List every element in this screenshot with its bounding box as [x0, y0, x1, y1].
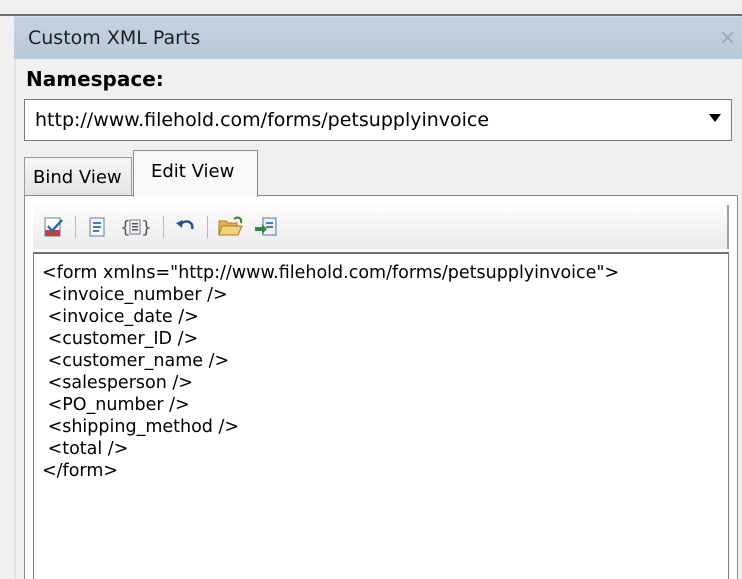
tab-bind-view-label: Bind View: [33, 167, 122, 188]
xml-line: <invoice_number />: [42, 285, 228, 305]
xml-line: <form xmlns="http://www.filehold.com/for…: [42, 263, 620, 283]
edit-toolbar: { }: [33, 205, 729, 249]
xml-document-icon[interactable]: [85, 215, 109, 239]
validate-icon[interactable]: [41, 215, 65, 239]
xml-line: </form>: [42, 461, 119, 481]
undo-icon[interactable]: [173, 215, 197, 239]
pane-title-bar: Custom XML Parts ×: [14, 16, 742, 59]
xml-line: <PO_number />: [42, 395, 190, 415]
toolbar-separator: [75, 216, 76, 238]
namespace-selected-value: http://www.filehold.com/forms/petsupplyi…: [35, 109, 490, 131]
xml-line: <total />: [42, 439, 129, 459]
dropdown-arrow-icon[interactable]: [709, 114, 721, 122]
pane-left-edge: [14, 59, 16, 579]
svg-text:}: }: [141, 218, 151, 238]
top-border: [0, 0, 742, 16]
xml-line: <customer_ID />: [42, 329, 199, 349]
pane-title: Custom XML Parts: [28, 27, 201, 49]
xml-line: <invoice_date />: [42, 307, 199, 327]
custom-xml-parts-pane: Custom XML Parts × Namespace: http://www…: [0, 0, 742, 579]
toolbar-separator: [207, 216, 208, 238]
svg-text:{: {: [120, 218, 131, 238]
xml-code: <form xmlns="http://www.filehold.com/for…: [42, 262, 619, 482]
braces-element-icon[interactable]: { }: [119, 215, 152, 239]
tab-edit-view[interactable]: Edit View: [133, 150, 258, 197]
namespace-label: Namespace:: [26, 67, 164, 91]
tab-edit-view-label: Edit View: [151, 161, 235, 182]
close-icon[interactable]: ×: [719, 25, 736, 49]
namespace-dropdown[interactable]: http://www.filehold.com/forms/petsupplyi…: [24, 99, 732, 141]
xml-line: <customer_name />: [42, 351, 230, 371]
xml-line: <shipping_method />: [42, 417, 240, 437]
tab-bind-view[interactable]: Bind View: [24, 157, 132, 195]
open-folder-icon[interactable]: [217, 215, 245, 239]
import-save-icon[interactable]: [253, 215, 281, 239]
toolbar-separator: [163, 216, 164, 238]
xml-line: <salesperson />: [42, 373, 193, 393]
xml-editor[interactable]: <form xmlns="http://www.filehold.com/for…: [33, 252, 729, 579]
